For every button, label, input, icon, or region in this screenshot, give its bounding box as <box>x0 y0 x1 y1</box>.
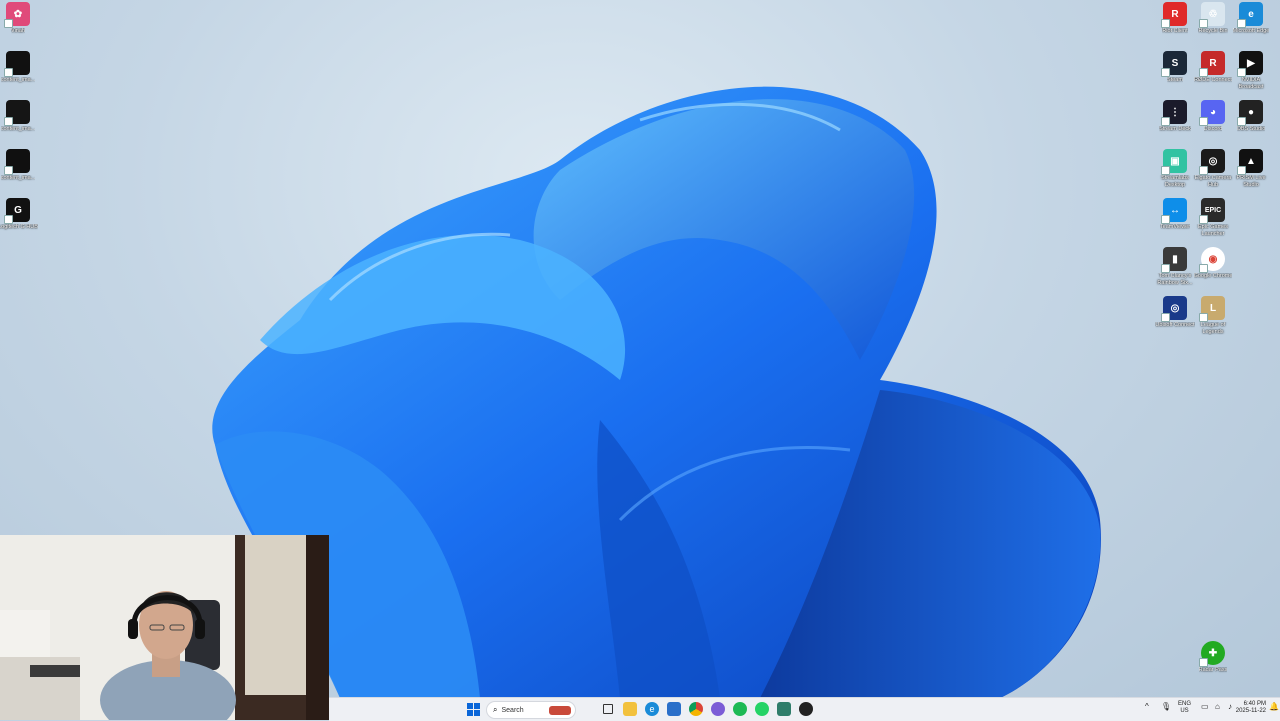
webcam-overlay <box>0 535 329 720</box>
microsoft-edge-icon: e <box>1237 2 1263 28</box>
content-ima-icon <box>4 51 30 77</box>
desktop-icon-label: Steam <box>1167 77 1183 83</box>
clock[interactable]: 6:40 PM 2025-11-22 <box>1234 701 1266 715</box>
desktop-icon-label: RØDE Connect <box>1194 77 1232 83</box>
file-explorer-icon[interactable] <box>623 702 637 716</box>
desktop-icon-label: TeamViewer <box>1159 224 1191 230</box>
monitor-icon[interactable]: ▭ <box>1201 702 1209 711</box>
desktop-icon-label: PRISM Live Studio <box>1236 175 1266 188</box>
desktop-icon-nvidia-broadcast[interactable]: ▶ NVIDIA Broadcast <box>1229 51 1273 90</box>
desktop-icon-label: Recycle Bin <box>1198 28 1228 34</box>
edge-icon[interactable]: e <box>645 702 659 716</box>
desktop-icon-label: content_ima... <box>0 175 36 181</box>
network-icon[interactable]: ⌂ <box>1215 702 1220 711</box>
app-icon[interactable] <box>777 702 791 716</box>
league-of-legends-icon: L <box>1199 296 1225 322</box>
desktop-icon-label: League of Legends <box>1200 322 1226 335</box>
desktop-icon-obs-studio[interactable]: ● OBS Studio <box>1229 100 1273 133</box>
search-placeholder: Search <box>501 706 524 714</box>
desktop-icon-content-ima[interactable]: content_ima... <box>0 149 40 182</box>
desktop-icon-label: content_ima... <box>0 126 36 132</box>
taskbar: ⌕ Search e ^ 🎙 ENG US ▭ ⌂ ♪ 6:40 PM 2025… <box>329 697 1280 721</box>
streamlabs-desktop-icon: ▣ <box>1161 149 1187 175</box>
tom-clancy-s-rainbow-six-icon: ▮ <box>1161 247 1187 273</box>
ubisoft-connect-icon: ◎ <box>1161 296 1187 322</box>
search-highlight-icon <box>549 705 571 715</box>
recycle-bin-icon: ♲ <box>1199 2 1225 28</box>
steam-icon: S <box>1161 51 1187 77</box>
desktop-icon-radar-pass[interactable]: ✚ Radar Pass <box>1191 641 1235 674</box>
desktop-icon-prism-live-studio[interactable]: ▲ PRISM Live Studio <box>1229 149 1273 188</box>
desktop-icon-label: content_ima... <box>0 77 36 83</box>
desktop-icon-label: Vinah <box>11 28 25 34</box>
desktop-icon-content-ima[interactable]: content_ima... <box>0 51 40 84</box>
chat-app-icon[interactable] <box>711 702 725 716</box>
desktop-icon-vinah[interactable]: ✿ Vinah <box>0 2 40 35</box>
stream-deck-icon: ⋮ <box>1161 100 1187 126</box>
store-icon[interactable] <box>667 702 681 716</box>
desktop-icon-label: Radar Pass <box>1198 667 1228 673</box>
webcam-feed-image <box>0 535 329 720</box>
r-de-connect-icon: R <box>1199 51 1225 77</box>
discord-icon: ◕ <box>1199 100 1225 126</box>
desktop-icon-label: OBS Studio <box>1236 126 1266 132</box>
obs-icon[interactable] <box>799 702 813 716</box>
prism-live-studio-icon: ▲ <box>1237 149 1263 175</box>
desktop-icon-microsoft-edge[interactable]: e Microsoft Edge <box>1229 2 1273 35</box>
spotify-icon[interactable] <box>733 702 747 716</box>
desktop-icon-content-ima[interactable]: content_ima... <box>0 100 40 133</box>
desktop-icon-label: Microsoft Edge <box>1232 28 1270 34</box>
desktop-icon-label: NVIDIA Broadcast <box>1238 77 1264 90</box>
riot-client-icon: R <box>1161 2 1187 28</box>
epic-games-launcher-icon: EPIC <box>1199 198 1225 224</box>
desktop-icon-label: Stream Deck <box>1159 126 1191 132</box>
volume-icon[interactable]: ♪ <box>1228 702 1232 711</box>
language-top: ENG <box>1178 701 1192 707</box>
desktop-icon-label: Discord <box>1203 126 1223 132</box>
whatsapp-icon[interactable] <box>755 702 769 716</box>
content-ima-icon <box>4 100 30 126</box>
content-ima-icon <box>4 149 30 175</box>
task-view-icon[interactable] <box>601 702 615 716</box>
notification-bell-icon[interactable]: 🔔 <box>1269 702 1279 711</box>
vinah-icon: ✿ <box>4 2 30 28</box>
search-icon: ⌕ <box>493 705 498 714</box>
taskbar-search-box[interactable]: ⌕ Search <box>486 701 576 719</box>
microphone-icon[interactable]: 🎙 <box>1161 702 1171 711</box>
logitech-g-hub-icon: G <box>4 198 30 224</box>
clock-time: 6:40 PM <box>1243 701 1266 707</box>
chrome-icon[interactable] <box>689 702 703 716</box>
teamviewer-icon: ↔ <box>1161 198 1187 224</box>
desktop-icon-logitech-g-hub[interactable]: G Logitech G HUB <box>0 198 40 231</box>
nvidia-broadcast-icon: ▶ <box>1237 51 1263 77</box>
desktop-icon-epic-games-launcher[interactable]: EPIC Epic Games Launcher <box>1191 198 1235 237</box>
windows-start-icon[interactable] <box>466 702 480 716</box>
desktop-icon-label: Google Chrome <box>1193 273 1233 279</box>
desktop-icon-label: Epic Games Launcher <box>1198 224 1228 237</box>
desktop-icon-label: Riot Client <box>1162 28 1188 34</box>
obs-studio-icon: ● <box>1237 100 1263 126</box>
google-chrome-icon: ◉ <box>1199 247 1225 273</box>
desktop-icon-label: Ubisoft Connect <box>1155 322 1195 328</box>
language-indicator[interactable]: ENG US <box>1178 701 1191 715</box>
desktop-icon-label: Logitech G HUB <box>0 224 38 230</box>
desktop-icon-league-of-legends[interactable]: L League of Legends <box>1191 296 1235 335</box>
elgato-camera-hub-icon: ◎ <box>1199 149 1225 175</box>
language-bottom: US <box>1180 708 1189 714</box>
show-hidden-icons-chevron-icon[interactable]: ^ <box>1145 702 1149 711</box>
clock-date: 2025-11-22 <box>1235 708 1266 714</box>
crosshair-icon: ✚ <box>1199 641 1225 667</box>
desktop-icon-google-chrome[interactable]: ◉ Google Chrome <box>1191 247 1235 280</box>
